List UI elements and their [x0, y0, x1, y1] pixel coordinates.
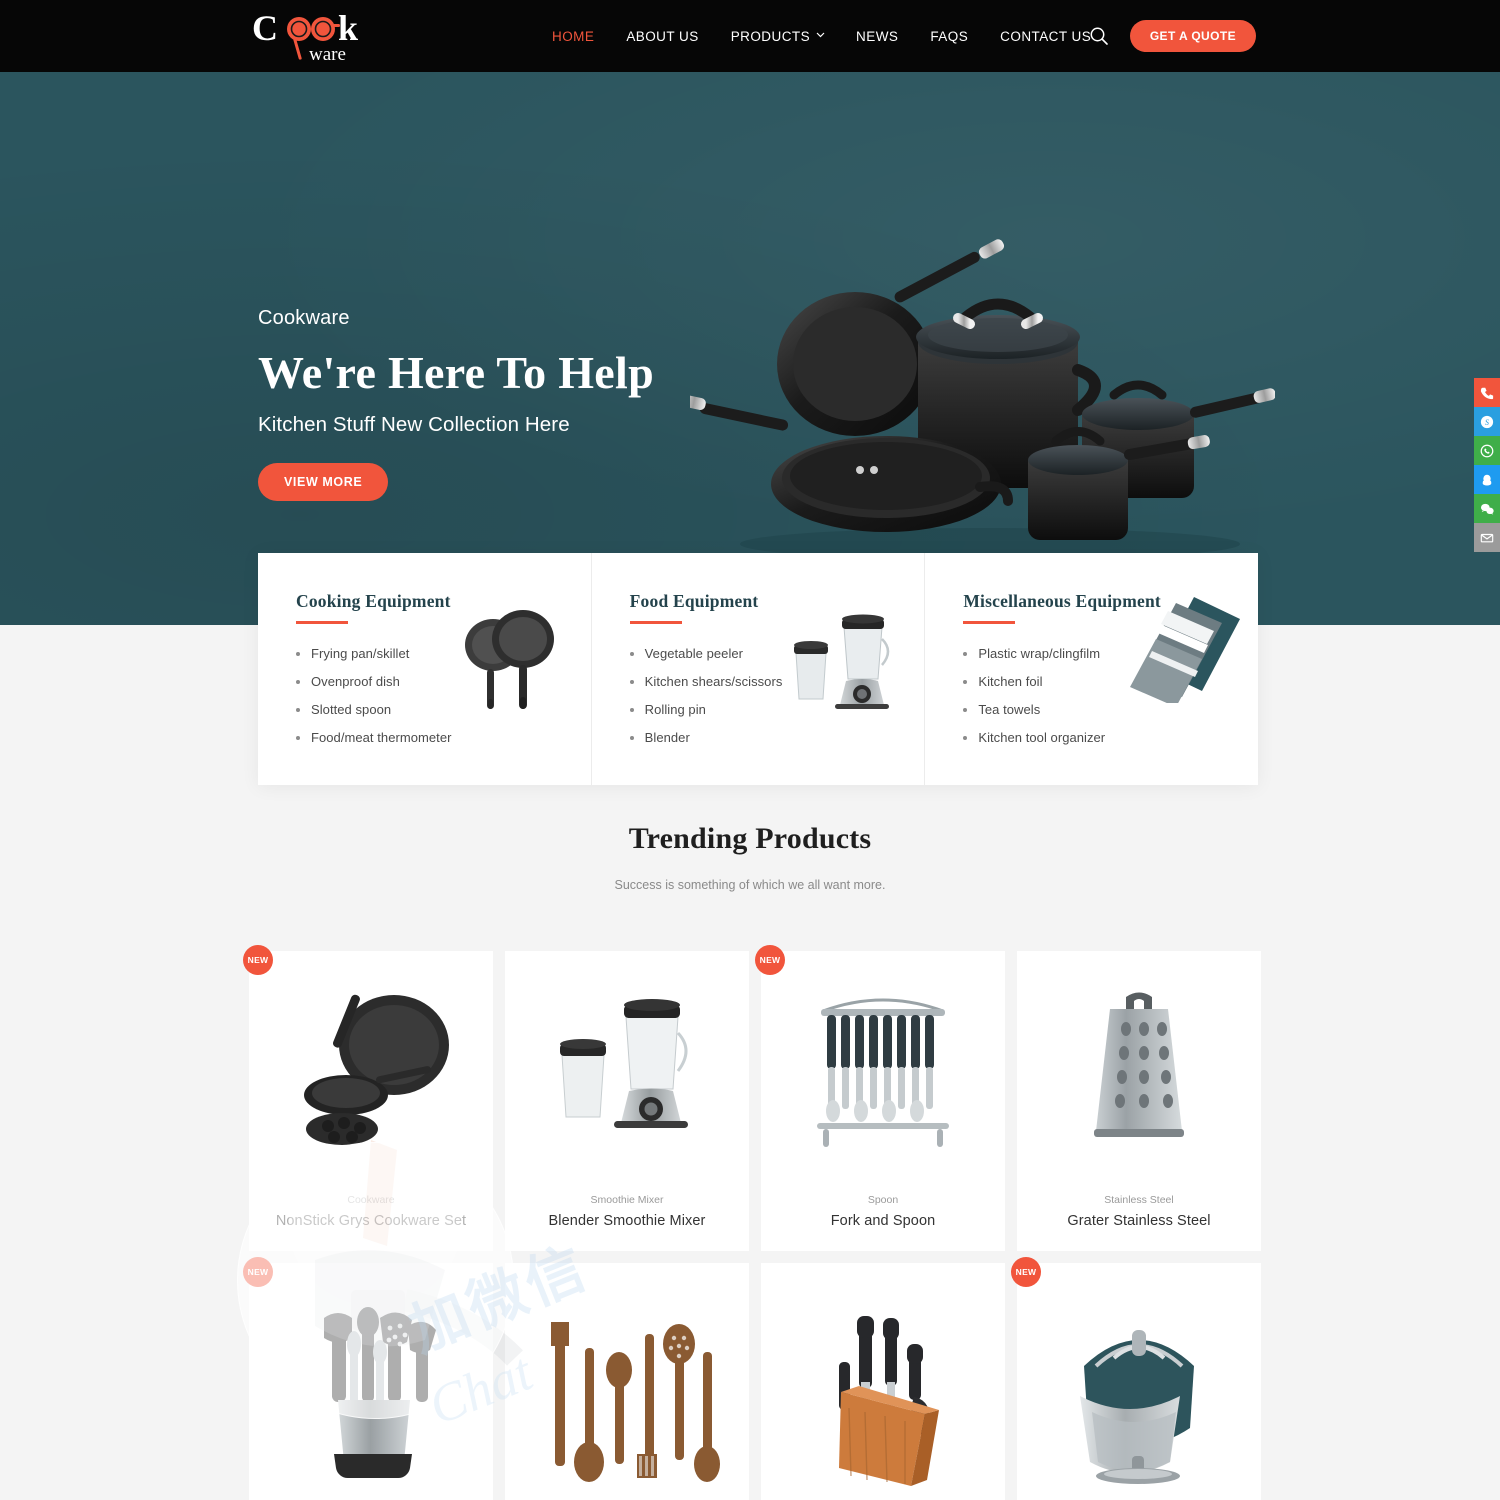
- list-item: Kitchen tool organizer: [963, 730, 1224, 745]
- product-category: Spoon: [867, 1194, 899, 1206]
- category-card-food-equipment[interactable]: Food Equipment Vegetable peeler Kitchen …: [590, 553, 925, 785]
- view-more-button[interactable]: VIEW MORE: [258, 463, 389, 501]
- hero-title: We're Here To Help: [258, 347, 654, 398]
- product-category: Stainless Steel: [1104, 1194, 1174, 1206]
- list-item: Tea towels: [963, 702, 1224, 717]
- product-name: Grater Stainless Steel: [1067, 1213, 1211, 1229]
- product-card[interactable]: [505, 1263, 749, 1500]
- product-card[interactable]: NEW: [243, 1257, 493, 1500]
- category-panel: Cooking Equipment Frying pan/skillet Ove…: [258, 553, 1258, 785]
- product-card[interactable]: NEW Cookware NonStick Grys Cookware Set: [243, 945, 493, 1251]
- nav-label: PRODUCTS: [730, 28, 811, 44]
- page-root: C k ware HOME ABOUT US PRODUCTS NEWS FAQ…: [0, 0, 1500, 1500]
- hero-section: Cookware We're Here To Help Kitchen Stuf…: [0, 72, 1500, 625]
- chevron-down-icon: [816, 30, 825, 38]
- nav-item-about-us[interactable]: ABOUT US: [610, 29, 714, 44]
- tea-towels-icon: [1116, 593, 1248, 707]
- social-contact-rail: S: [1474, 378, 1500, 552]
- frying-pans-icon: [449, 597, 569, 717]
- hero-cookware-image: [681, 232, 1276, 567]
- nav-item-faqs[interactable]: FAQS: [914, 29, 984, 44]
- hero-subtitle: Kitchen Stuff New Collection Here: [258, 413, 570, 436]
- get-a-quote-button[interactable]: GET A QUOTE: [1129, 20, 1256, 52]
- list-item: Blender: [629, 730, 891, 745]
- title-underline: [629, 621, 682, 624]
- new-badge: NEW: [755, 945, 785, 975]
- search-icon[interactable]: [1088, 25, 1110, 47]
- product-card[interactable]: NEW: [755, 945, 1005, 1251]
- product-category: Smoothie Mixer: [590, 1194, 664, 1206]
- section-subtitle: Success is something of which we all wan…: [614, 878, 886, 892]
- product-image-pot-rack: [1017, 1263, 1261, 1500]
- nav-label: ABOUT US: [626, 28, 699, 44]
- nav-label: HOME: [552, 28, 595, 44]
- product-card[interactable]: [761, 1263, 1005, 1500]
- trending-header: Trending Products Success is something o…: [0, 822, 1500, 892]
- hero-copy: Cookware We're Here To Help Kitchen Stuf…: [258, 307, 654, 501]
- skype-icon[interactable]: S: [1474, 407, 1500, 436]
- product-name: NonStick Grys Cookware Set: [275, 1213, 467, 1229]
- blender-icon: [782, 597, 902, 717]
- svg-text:ware: ware: [309, 44, 346, 64]
- category-card-cooking-equipment[interactable]: Cooking Equipment Frying pan/skillet Ove…: [258, 553, 591, 785]
- site-logo[interactable]: C k ware: [252, 8, 382, 64]
- header-actions: GET A QUOTE: [1088, 0, 1256, 72]
- product-name: Fork and Spoon: [830, 1213, 936, 1229]
- product-category: Cookware: [347, 1194, 395, 1206]
- product-image-wooden-utensils: [505, 1263, 749, 1500]
- email-icon[interactable]: [1474, 523, 1500, 552]
- svg-text:S: S: [1485, 418, 1489, 427]
- list-item: Food/meat thermometer: [296, 730, 557, 745]
- product-image-knife-block: [761, 1263, 1005, 1500]
- new-badge: NEW: [243, 1257, 273, 1287]
- category-card-miscellaneous-equipment[interactable]: Miscellaneous Equipment Plastic wrap/cli…: [924, 553, 1258, 785]
- nav-item-home[interactable]: HOME: [536, 29, 610, 44]
- product-image-frying-pan-set: [249, 951, 493, 1194]
- nav-label: NEWS: [856, 28, 899, 44]
- qq-icon[interactable]: [1474, 465, 1500, 494]
- product-image-blender: [505, 951, 749, 1194]
- nav-item-products[interactable]: PRODUCTS: [715, 29, 840, 44]
- new-badge: NEW: [243, 945, 273, 975]
- svg-text:k: k: [338, 8, 358, 48]
- section-title: Trending Products: [628, 822, 872, 855]
- product-image-utensil-holder: [249, 1263, 493, 1500]
- nav-label: FAQS: [930, 28, 969, 44]
- phone-icon[interactable]: [1474, 378, 1500, 407]
- title-underline: [963, 621, 1016, 624]
- product-image-cutlery-rack: [761, 951, 1005, 1194]
- nav-label: CONTACT US: [1000, 28, 1092, 44]
- whatsapp-icon[interactable]: [1474, 436, 1500, 465]
- wechat-icon[interactable]: [1474, 494, 1500, 523]
- product-card[interactable]: Smoothie Mixer Blender Smoothie Mixer: [505, 951, 749, 1251]
- title-underline: [296, 621, 348, 624]
- nav-item-news[interactable]: NEWS: [840, 29, 914, 44]
- product-card[interactable]: Stainless Steel Grater Stainless Steel: [1017, 951, 1261, 1251]
- new-badge: NEW: [1011, 1257, 1041, 1287]
- main-navigation: HOME ABOUT US PRODUCTS NEWS FAQS CONTACT…: [536, 0, 1107, 72]
- product-name: Blender Smoothie Mixer: [548, 1213, 706, 1229]
- site-header: C k ware HOME ABOUT US PRODUCTS NEWS FAQ…: [0, 0, 1500, 72]
- product-grid: NEW Cookware NonStick Grys Cookware Set …: [243, 945, 1261, 1500]
- svg-text:C: C: [252, 8, 278, 48]
- hero-kicker: Cookware: [258, 307, 350, 329]
- product-card[interactable]: NEW: [1011, 1257, 1261, 1500]
- product-image-box-grater: [1017, 951, 1261, 1194]
